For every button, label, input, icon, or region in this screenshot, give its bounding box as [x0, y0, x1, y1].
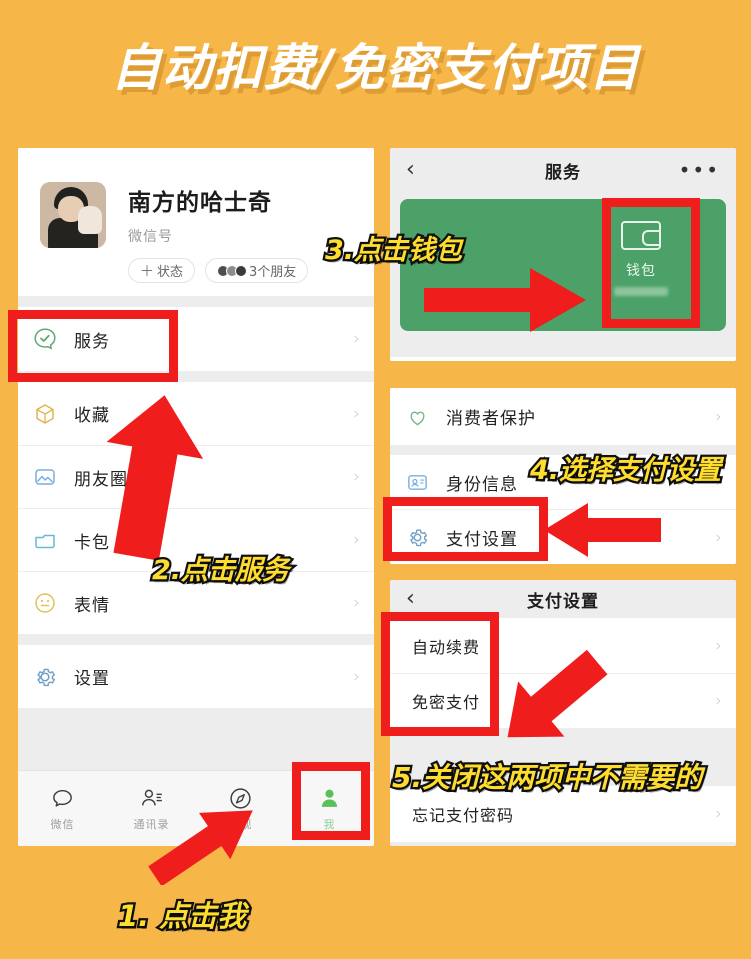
bottom-tabbar: 微信 通讯录 发现 我: [18, 770, 374, 846]
page-title: 自动扣费/免密支付项目: [110, 39, 641, 97]
wallet-item-label: 消费者保护: [446, 409, 536, 429]
paysettings-nav-title: 支付设置: [527, 591, 599, 612]
chevron-right-icon: ›: [715, 635, 722, 656]
annotation-step-1: 1. 点击我: [116, 897, 249, 936]
list-gap: [18, 371, 374, 382]
emoji-smiley-icon: [32, 590, 58, 616]
profile-header[interactable]: 南方的哈士奇 微信号 ＋ 状态 3个朋友: [18, 148, 374, 296]
paysettings-navbar: ‹ 支付设置: [390, 580, 736, 618]
more-menu-icon[interactable]: •••: [679, 160, 720, 180]
consumer-protection-icon: [404, 404, 430, 430]
annotation-step-5: 5.关闭这两项中不需要的: [390, 759, 705, 797]
profile-name: 南方的哈士奇: [128, 190, 272, 216]
identity-card-icon: [404, 469, 430, 495]
profile-wxid-label: 微信号: [128, 229, 173, 245]
chevron-right-icon: ›: [715, 406, 722, 427]
friends-chip-label: 3个朋友: [249, 265, 297, 280]
back-arrow-icon[interactable]: ‹: [406, 159, 415, 181]
chevron-right-icon: ›: [715, 804, 722, 824]
payment-settings-gear-icon: [404, 525, 430, 551]
status-chip-label: 状态: [157, 265, 184, 280]
paysettings-item-label: 忘记支付密码: [412, 806, 515, 825]
annotation-step-4: 4.选择支付设置: [528, 453, 724, 489]
wallet-item-consumer-protection[interactable]: 消费者保护 ›: [390, 388, 736, 445]
chevron-right-icon: ›: [353, 403, 360, 424]
sidebar-item-label: 表情: [74, 595, 110, 616]
tab-wechat[interactable]: 微信: [18, 771, 107, 846]
wallet-item-label: 身份信息: [446, 474, 518, 495]
sidebar-item-label: 收藏: [74, 406, 110, 426]
tab-contacts[interactable]: 通讯录: [107, 771, 196, 846]
sidebar-item-settings[interactable]: 设置 ›: [18, 645, 374, 708]
wallet-icon: [621, 221, 661, 250]
chevron-right-icon: ›: [353, 666, 360, 687]
sidebar-item-moments[interactable]: 朋友圈 ›: [18, 446, 374, 508]
me-person-icon: [317, 786, 342, 811]
moments-photo-icon: [32, 464, 58, 490]
friend-avatar-3: [235, 264, 248, 277]
chevron-right-icon: ›: [353, 593, 360, 613]
sidebar-item-label: 服务: [74, 331, 110, 352]
tab-discover[interactable]: 发现: [196, 771, 285, 846]
favorites-box-icon: [32, 401, 58, 427]
list-gap: [18, 296, 374, 307]
sidebar-item-label: 设置: [74, 669, 110, 689]
avatar[interactable]: [40, 182, 106, 248]
tab-label: 发现: [228, 817, 253, 831]
wallet-item-payment-settings[interactable]: 支付设置 ›: [390, 510, 736, 564]
cards-wallet-icon: [32, 527, 58, 553]
tab-label: 微信: [50, 817, 75, 831]
wallet-item-label: 支付设置: [446, 530, 518, 550]
friend-avatars: [217, 264, 248, 277]
sidebar-item-favorites[interactable]: 收藏 ›: [18, 382, 374, 445]
annotation-step-2: 2.点击服务: [150, 553, 292, 589]
wallet-amount-masked: [614, 287, 668, 296]
paysettings-item-auto-renew[interactable]: 自动续费 ›: [390, 618, 736, 673]
service-check-icon: [32, 326, 58, 352]
service-next-section: [390, 357, 736, 361]
annotation-step-3: 3.点击钱包: [323, 233, 465, 269]
friends-chip[interactable]: 3个朋友: [205, 258, 309, 283]
back-arrow-icon[interactable]: ‹: [406, 588, 415, 610]
discover-compass-icon: [228, 786, 253, 811]
plus-icon: ＋: [140, 263, 154, 280]
contacts-icon: [139, 786, 164, 811]
payment-settings-screen: ‹ 支付设置 自动续费 › 免密支付 › 忘记支付密码 ›: [390, 580, 736, 846]
chevron-right-icon: ›: [353, 329, 360, 349]
status-chip[interactable]: ＋ 状态: [128, 258, 196, 283]
tab-me[interactable]: 我: [285, 771, 374, 846]
page-title-bar: 自动扣费/免密支付项目: [0, 28, 751, 100]
chevron-right-icon: ›: [353, 530, 360, 550]
tab-label: 我: [323, 817, 336, 831]
chevron-right-icon: ›: [715, 691, 722, 711]
chat-bubble-icon: [50, 786, 75, 811]
paysettings-item-label: 免密支付: [412, 693, 481, 712]
wallet-label: 钱包: [626, 263, 656, 279]
sidebar-item-label: 卡包: [74, 532, 110, 553]
paysettings-item-passwordfree[interactable]: 免密支付 ›: [390, 674, 736, 728]
wallet-tile[interactable]: 钱包: [598, 221, 684, 296]
wechat-me-screen: 南方的哈士奇 微信号 ＋ 状态 3个朋友 服务 › 收藏 › 朋友圈 › 卡包 …: [18, 148, 374, 846]
profile-text-block: 南方的哈士奇 微信号 ＋ 状态 3个朋友: [106, 182, 309, 296]
settings-gear-icon: [32, 664, 58, 690]
service-navbar: ‹ 服务 •••: [390, 148, 736, 192]
sidebar-item-label: 朋友圈: [74, 469, 128, 490]
sidebar-item-service[interactable]: 服务 ›: [18, 307, 374, 371]
profile-chips: ＋ 状态 3个朋友: [128, 258, 309, 283]
chevron-right-icon: ›: [353, 467, 360, 487]
paysettings-item-label: 自动续费: [412, 637, 481, 657]
chevron-right-icon: ›: [715, 527, 722, 548]
list-gap: [18, 634, 374, 645]
avatar-cat: [78, 206, 102, 234]
tab-label: 通讯录: [133, 817, 170, 831]
